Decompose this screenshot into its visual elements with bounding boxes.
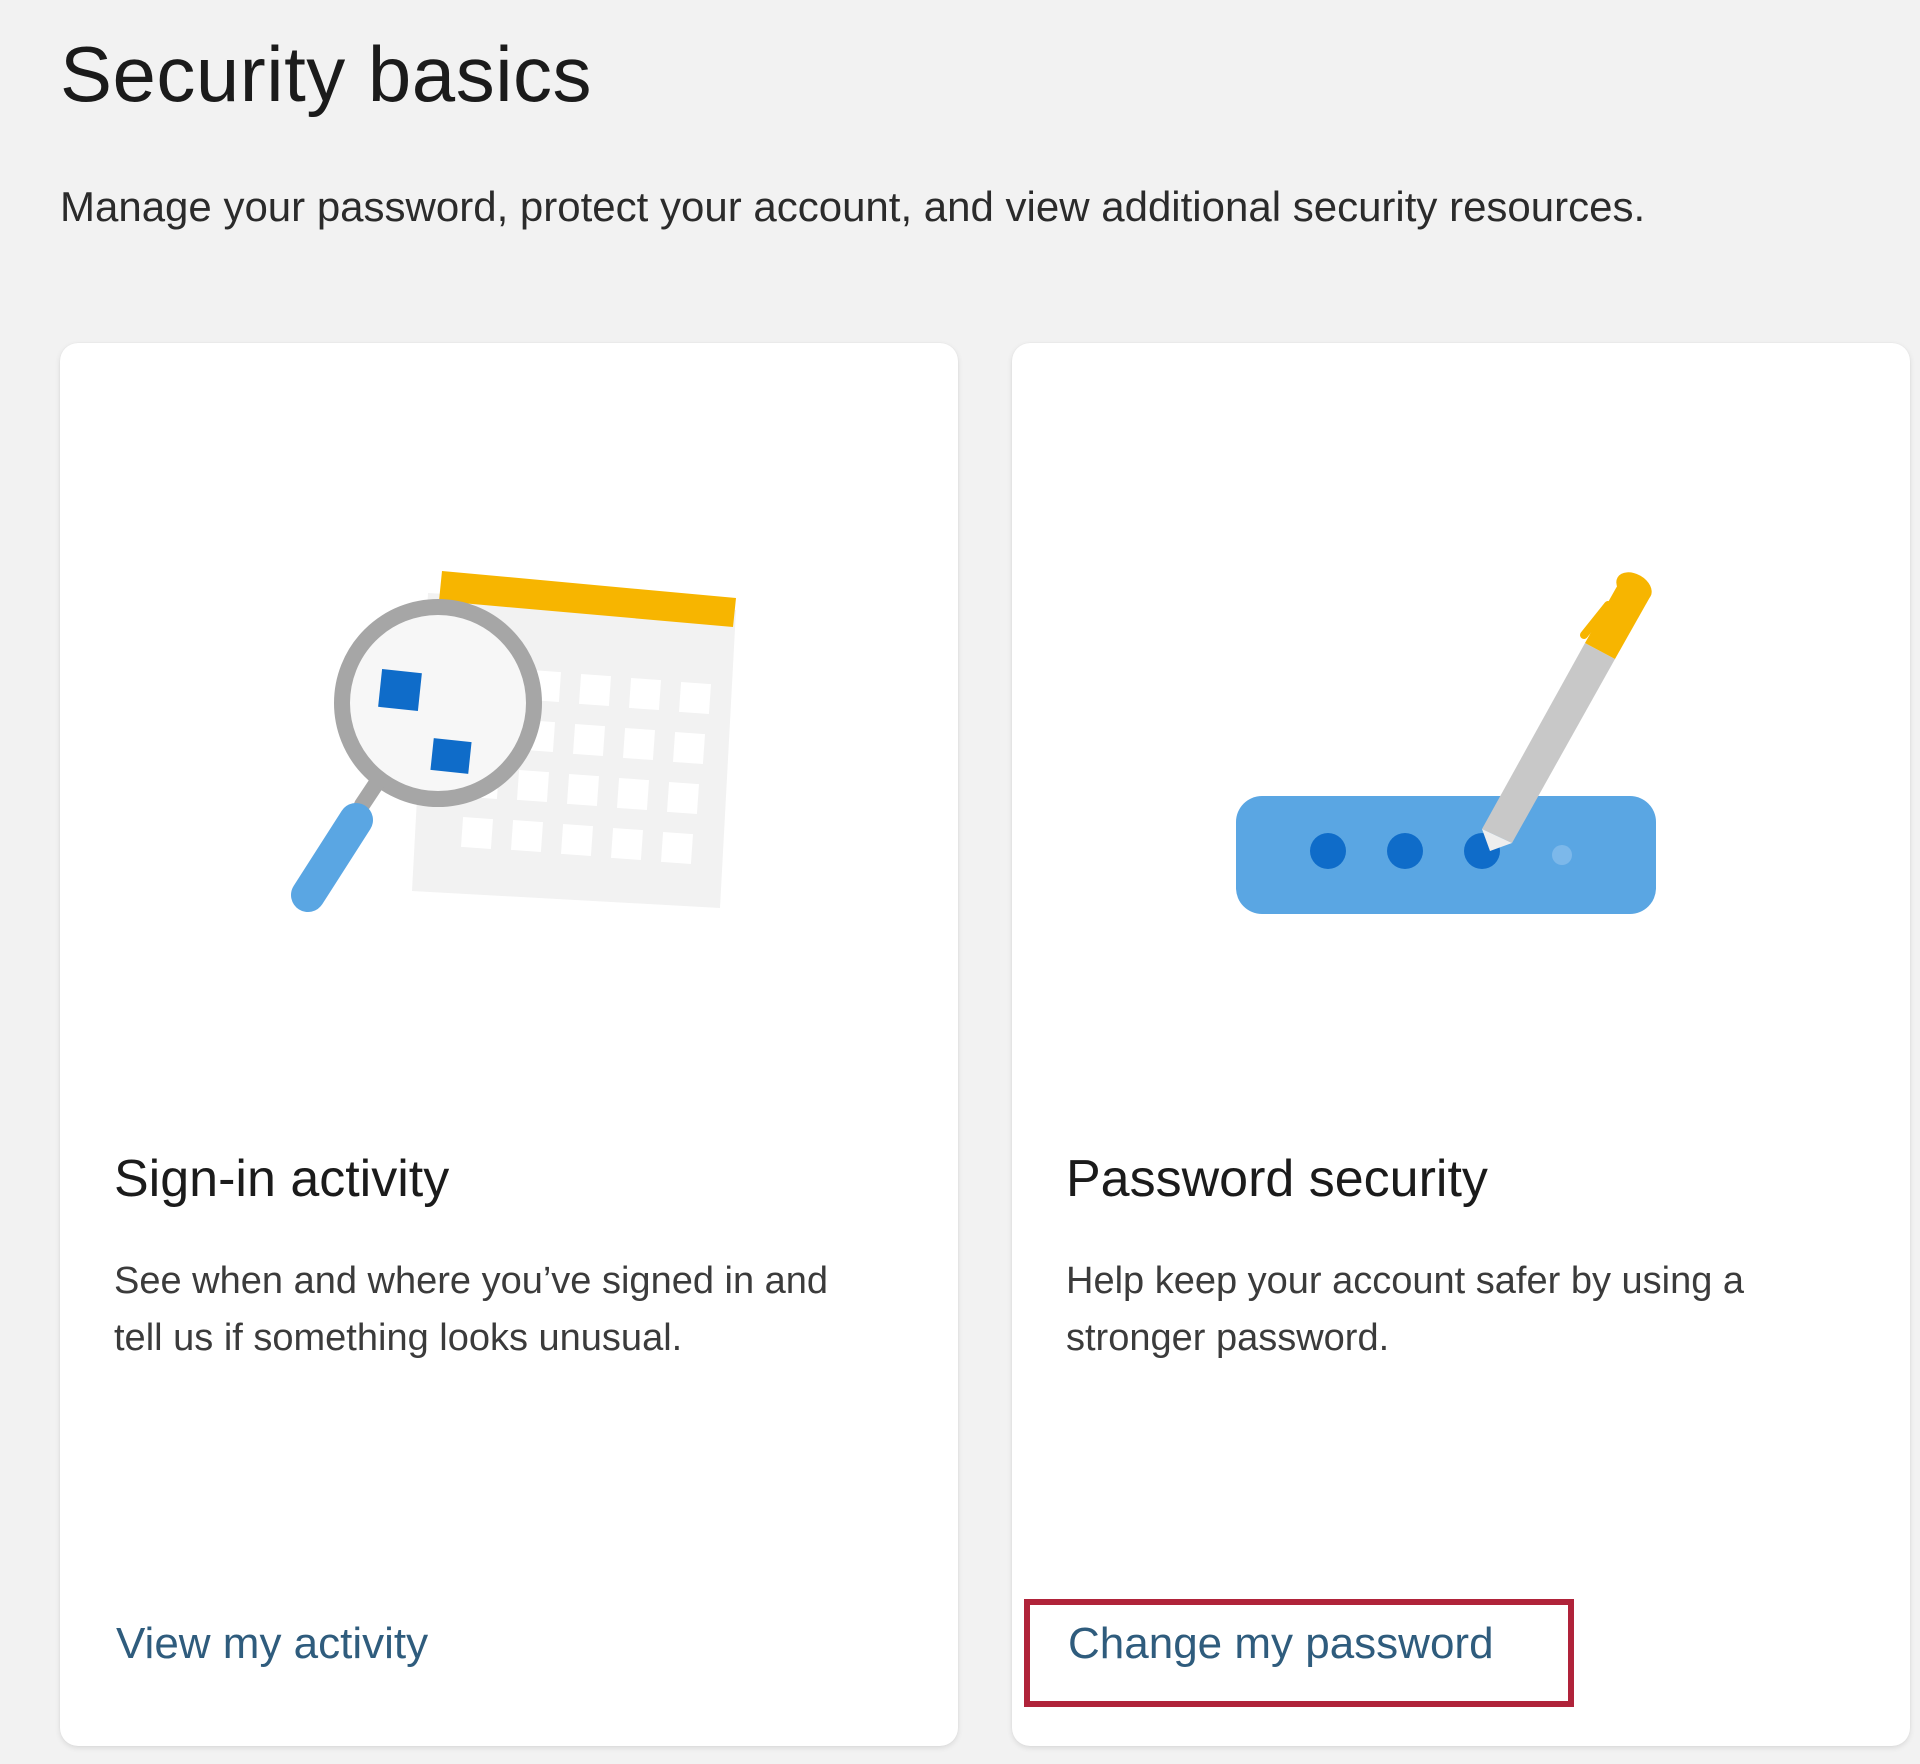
card-title: Password security [1066,1150,1488,1208]
password-pen-icon [1012,343,1910,1043]
password-security-card: Password security Help keep your account… [1012,343,1910,1746]
sign-in-activity-card: Sign-in activity See when and where you’… [60,343,958,1746]
view-my-activity-link[interactable]: View my activity [116,1618,428,1671]
card-description: See when and where you’ve signed in and … [114,1260,829,1359]
card-description: Help keep your account safer by using a … [1066,1260,1745,1359]
magnifier-calendar-icon [60,343,958,1043]
change-my-password-link[interactable]: Change my password [1068,1618,1494,1671]
page-title: Security basics [60,30,593,118]
page-subtitle: Manage your password, protect your accou… [60,183,1646,230]
card-title: Sign-in activity [114,1150,450,1208]
password-field-icon [1236,796,1656,914]
